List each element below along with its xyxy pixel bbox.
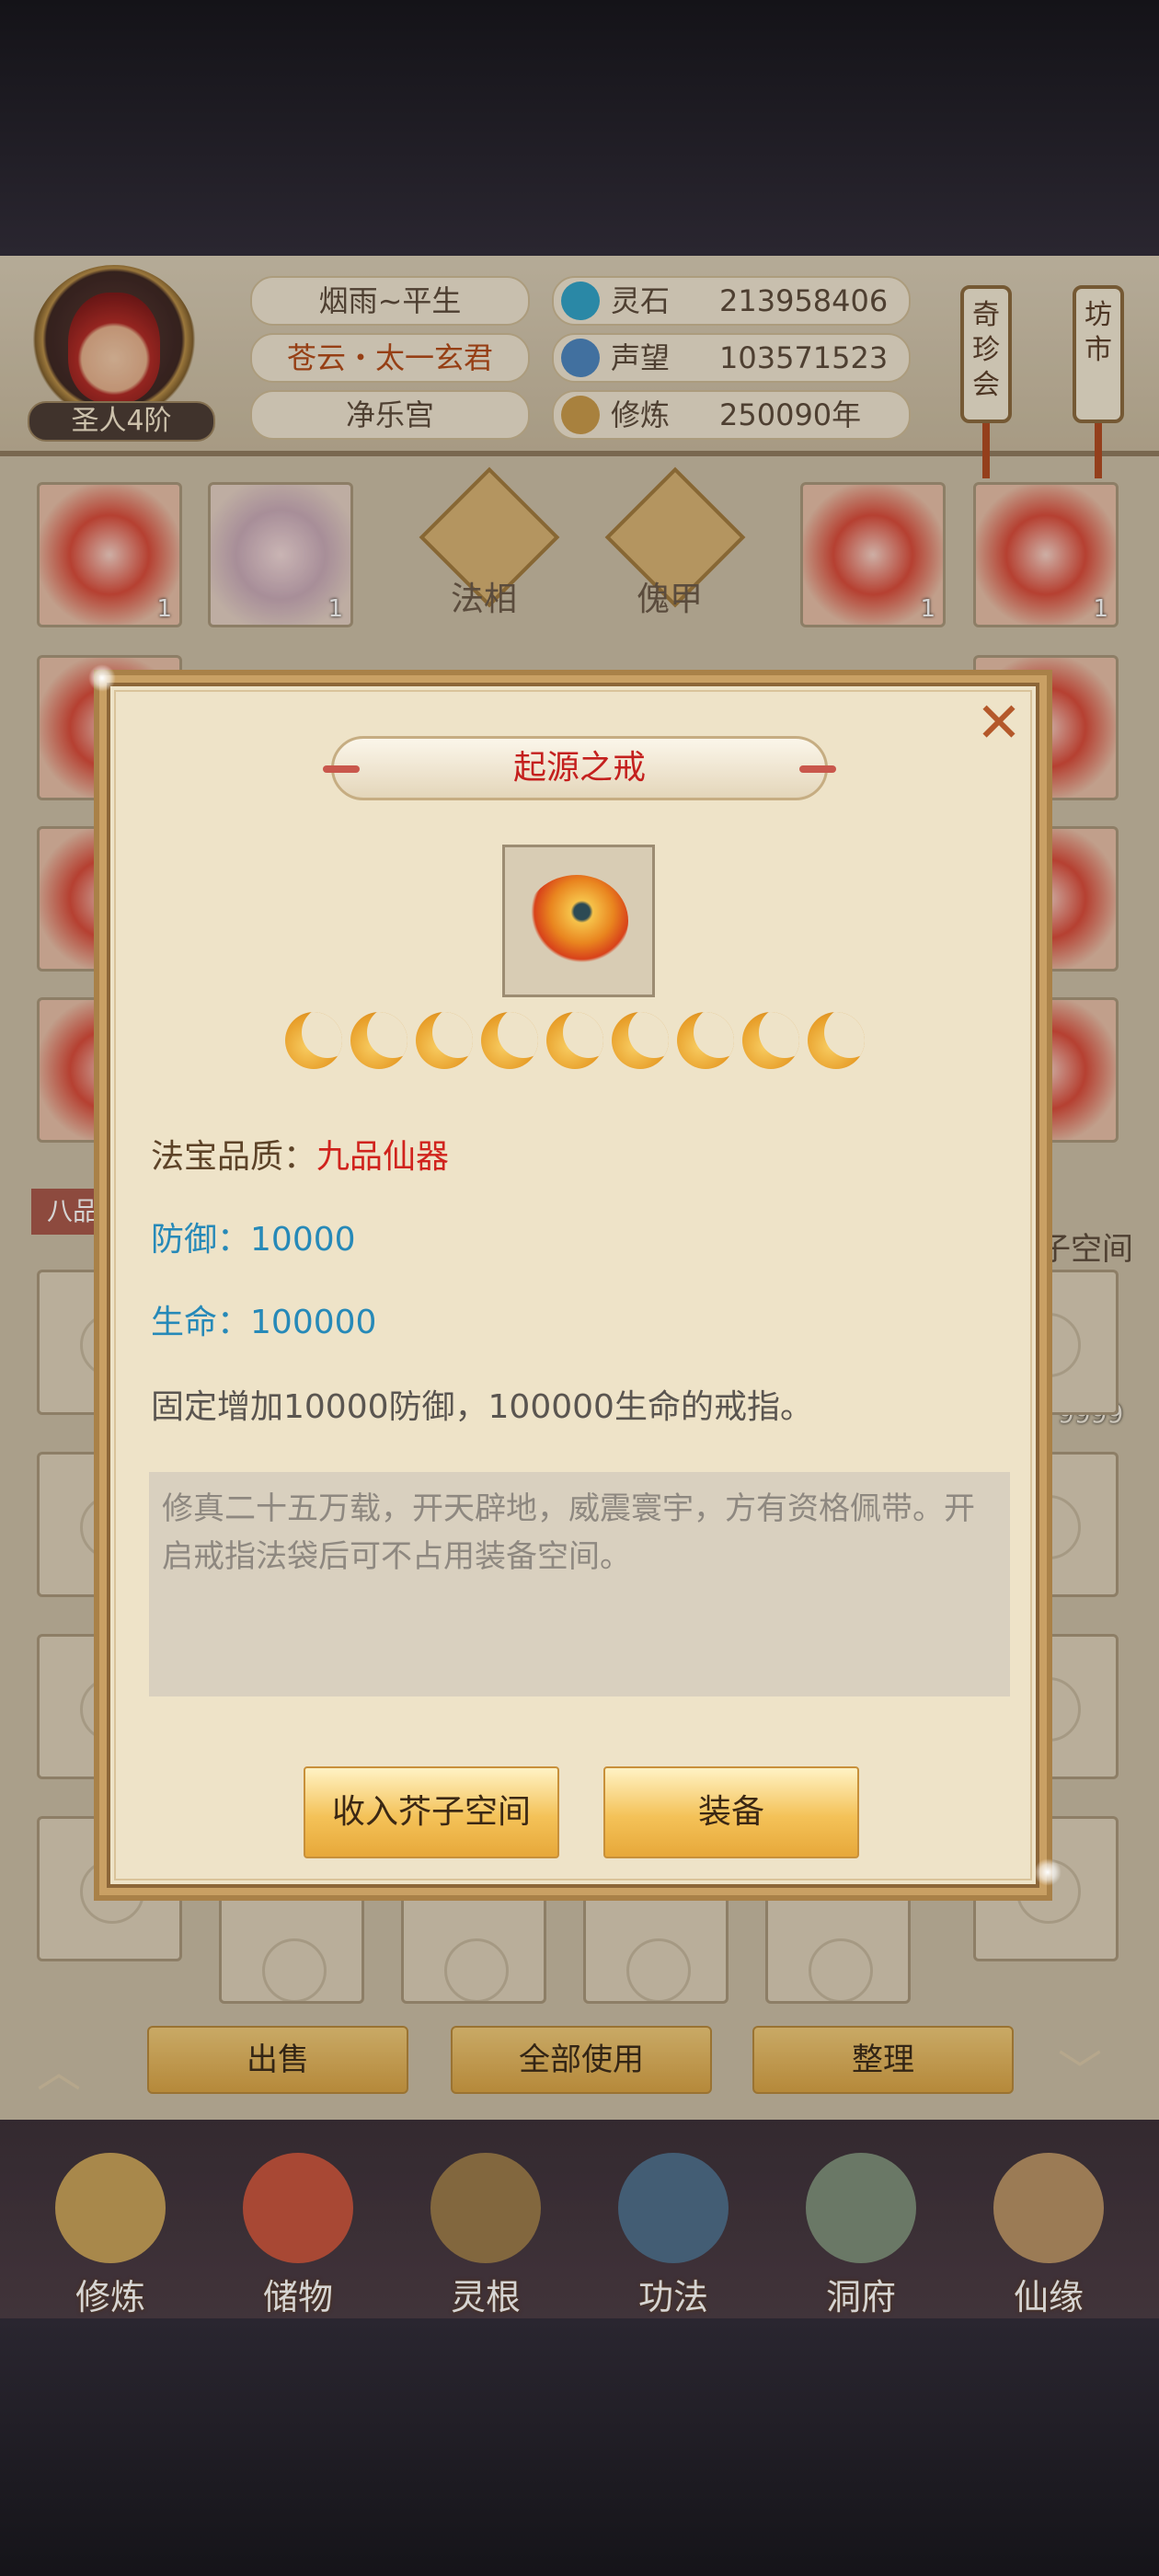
- sparkle-decoration: [88, 664, 116, 692]
- equip-button[interactable]: 装备: [603, 1766, 859, 1858]
- crescent-star-icon: [546, 1012, 603, 1069]
- defense-label: 防御：: [151, 1221, 251, 1259]
- crescent-star-icon: [350, 1012, 407, 1069]
- crescent-star-icon: [481, 1012, 538, 1069]
- quality-label: 法宝品质：: [151, 1138, 317, 1176]
- bottom-dark-area: [0, 2318, 1159, 2576]
- crescent-star-icon: [677, 1012, 734, 1069]
- crescent-star-icon: [612, 1012, 669, 1069]
- quality-value: 九品仙器: [316, 1138, 450, 1176]
- life-row: 生命：100000: [151, 1295, 376, 1343]
- item-lore: 修真二十五万载，开天辟地，威震寰宇，方有资格佩带。开启戒指法袋后可不占用装备空间…: [149, 1472, 1010, 1696]
- life-label: 生命：: [151, 1304, 251, 1341]
- item-icon-box: [502, 845, 655, 997]
- close-icon[interactable]: ✕: [973, 696, 1025, 751]
- quality-stars: [285, 1012, 874, 1076]
- crescent-star-icon: [742, 1012, 799, 1069]
- defense-value: 10000: [250, 1221, 356, 1259]
- crescent-star-icon: [808, 1012, 865, 1069]
- sparkle-decoration: [1034, 1858, 1061, 1886]
- life-value: 100000: [250, 1304, 377, 1341]
- item-summary: 固定增加10000防御，100000生命的戒指。: [151, 1388, 813, 1426]
- crescent-star-icon: [285, 1012, 342, 1069]
- defense-row: 防御：10000: [151, 1213, 356, 1260]
- ring-icon: [525, 875, 628, 967]
- store-to-space-button[interactable]: 收入芥子空间: [304, 1766, 559, 1858]
- top-dark-area: [0, 0, 1159, 256]
- item-title: 起源之戒: [323, 736, 836, 800]
- quality-row: 法宝品质：九品仙器: [151, 1130, 449, 1178]
- crescent-star-icon: [416, 1012, 473, 1069]
